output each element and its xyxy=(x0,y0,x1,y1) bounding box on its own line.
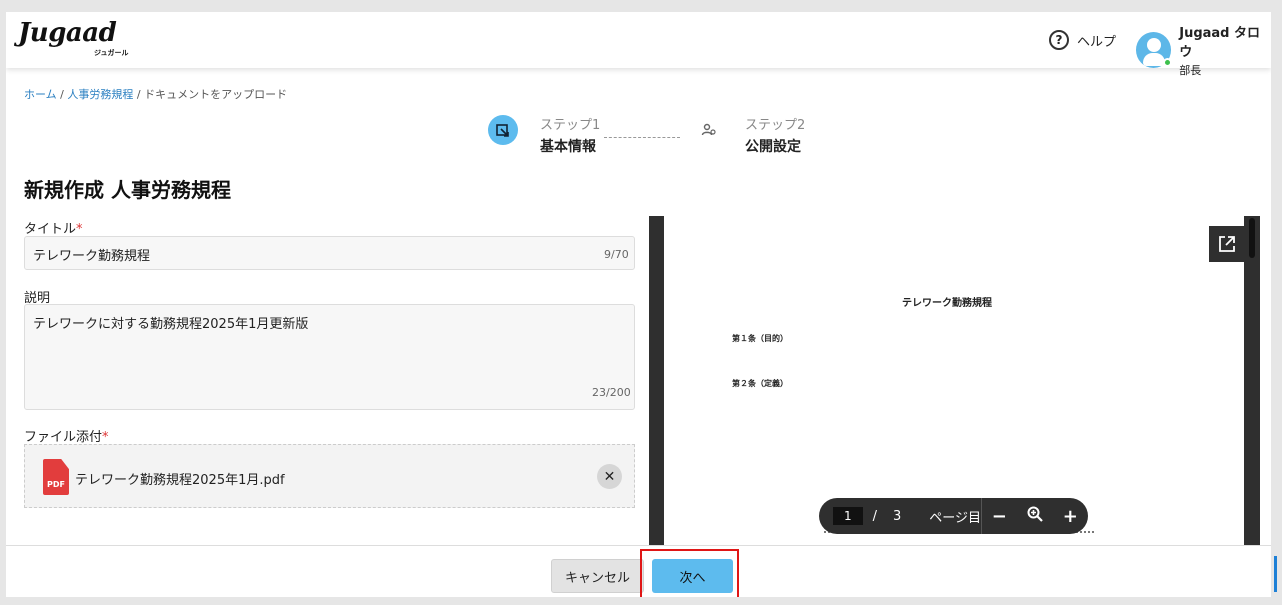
page-title: 新規作成 人事労務規程 xyxy=(24,178,231,202)
avatar-body xyxy=(1143,53,1165,66)
breadcrumb-home-link[interactable]: ホーム xyxy=(24,88,57,101)
help-label: ヘルプ xyxy=(1077,34,1117,50)
page-total: 3 xyxy=(892,508,902,524)
pdf-doc-line: 第２条（定義） xyxy=(732,379,788,388)
description-char-counter: 23/200 xyxy=(592,386,631,399)
help-button[interactable]: ? ヘルプ xyxy=(1049,30,1116,50)
page-scrollbar[interactable] xyxy=(1274,556,1277,592)
footer-bar: キャンセル 次へ xyxy=(6,545,1271,597)
document-edit-icon xyxy=(496,124,509,137)
pdf-doc-title: テレワーク勤務規程 xyxy=(902,298,992,309)
question-icon: ? xyxy=(1049,30,1069,50)
breadcrumb-current: ドキュメントをアップロード xyxy=(144,88,288,101)
cancel-button[interactable]: キャンセル xyxy=(551,559,644,593)
title-input-value: テレワーク勤務規程 xyxy=(33,249,151,264)
pdf-page: テレワーク勤務規程 第１条（目的） 第２条（定義） xyxy=(664,216,1244,546)
required-mark: * xyxy=(102,430,109,445)
required-mark: * xyxy=(76,222,83,237)
logo[interactable]: Jugaad xyxy=(18,18,117,48)
breadcrumb-separator: / xyxy=(136,88,141,101)
user-role: 部長 xyxy=(1179,64,1202,77)
file-attach-label: ファイル添付* xyxy=(24,426,109,445)
zoom-in-button[interactable]: + xyxy=(1053,506,1089,527)
zoom-out-button[interactable]: − xyxy=(982,506,1018,527)
pdf-doc-line: 第１条（目的） xyxy=(732,334,788,343)
user-info: Jugaad タロウ 部長 xyxy=(1179,22,1271,78)
user-menu[interactable]: Jugaad タロウ 部長 xyxy=(1136,22,1271,78)
step2-caption: ステップ2 xyxy=(745,118,806,133)
step1-caption: ステップ1 xyxy=(540,118,601,133)
step1-indicator xyxy=(488,115,518,145)
open-external-button[interactable] xyxy=(1209,226,1245,262)
title-label: タイトル* xyxy=(24,218,83,237)
pdf-file-icon: PDF xyxy=(43,459,69,495)
users-icon xyxy=(701,123,716,136)
title-char-counter: 9/70 xyxy=(604,248,629,261)
file-dropzone[interactable]: PDF テレワーク勤務規程2025年1月.pdf ✕ xyxy=(24,444,635,508)
page-number-input[interactable]: 1 xyxy=(833,507,863,525)
title-label-text: タイトル xyxy=(24,222,77,237)
step-connector xyxy=(604,137,680,138)
viewer-scrollbar[interactable] xyxy=(1249,218,1255,258)
close-icon: ✕ xyxy=(603,468,616,485)
app-frame: Jugaad ジュガール ? ヘルプ Jugaad タロウ 部長 ホーム / 人… xyxy=(6,12,1271,597)
magnifier-plus-icon xyxy=(1027,506,1043,522)
page-mode-label: ページ目 xyxy=(929,510,981,526)
page-separator: / xyxy=(872,508,877,524)
file-attach-label-text: ファイル添付 xyxy=(24,430,103,445)
step1-label: 基本情報 xyxy=(540,139,596,155)
attached-file-name: テレワーク勤務規程2025年1月.pdf xyxy=(75,473,285,488)
online-status-dot xyxy=(1163,58,1173,67)
description-textarea[interactable]: テレワークに対する勤務規程2025年1月更新版 xyxy=(24,304,635,410)
highlight-box xyxy=(640,549,739,597)
description-value: テレワークに対する勤務規程2025年1月更新版 xyxy=(33,317,309,332)
app-header: Jugaad ジュガール ? ヘルプ Jugaad タロウ 部長 xyxy=(6,12,1271,77)
step2-indicator xyxy=(694,115,724,145)
breadcrumb-section-link[interactable]: 人事労務規程 xyxy=(67,88,133,101)
logo-subtitle: ジュガール xyxy=(94,49,129,57)
stepper: ステップ1 基本情報 ステップ2 公開設定 xyxy=(488,114,818,164)
breadcrumb-separator: / xyxy=(60,88,64,101)
zoom-button[interactable] xyxy=(1017,505,1053,528)
open-external-icon xyxy=(1219,236,1235,252)
title-input[interactable]: テレワーク勤務規程 xyxy=(24,236,635,270)
avatar-head xyxy=(1147,38,1161,52)
plus-icon: + xyxy=(1062,505,1078,527)
breadcrumb: ホーム / 人事労務規程 / ドキュメントをアップロード xyxy=(24,86,287,102)
minus-icon: − xyxy=(991,505,1007,527)
pdf-toolbar: 1 / 3 ページ目 − + xyxy=(819,498,1088,534)
pdf-viewer[interactable]: テレワーク勤務規程 第１条（目的） 第２条（定義） xyxy=(649,216,1260,546)
user-name: Jugaad タロウ xyxy=(1179,26,1261,60)
remove-file-button[interactable]: ✕ xyxy=(597,464,622,489)
step2-label: 公開設定 xyxy=(745,139,801,155)
avatar xyxy=(1136,32,1173,68)
